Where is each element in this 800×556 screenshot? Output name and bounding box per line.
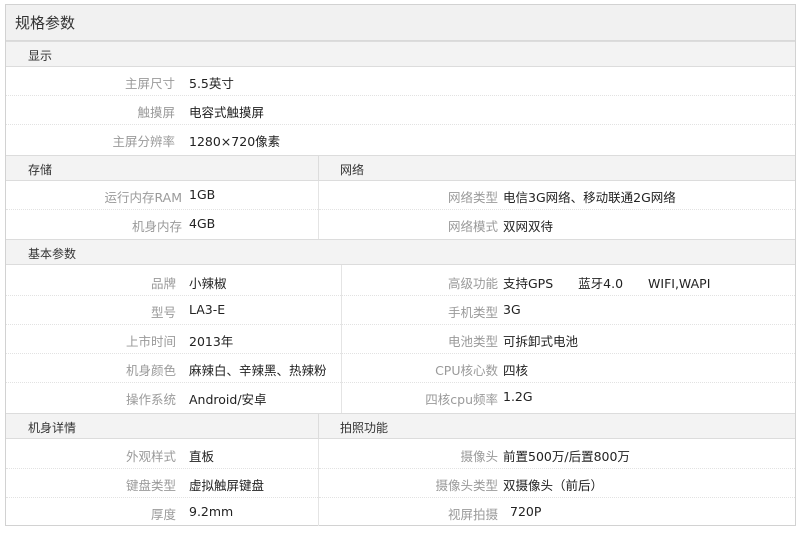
spec-row: 键盘类型 虚拟触屏键盘: [6, 469, 318, 498]
spec-row: 机身内存 4GB: [6, 210, 318, 239]
spec-value: Android/安卓: [189, 392, 267, 407]
spec-value: 麻辣白、辛辣黑、热辣粉: [189, 363, 327, 378]
spec-label: 上市时间: [125, 334, 176, 349]
page-title: 规格参数: [15, 14, 76, 32]
section-title: 机身详情: [28, 421, 77, 435]
spec-label: 手机类型: [447, 305, 498, 320]
spec-row: 厚度 9.2mm: [6, 498, 318, 527]
spec-row: 摄像头类型 双摄像头（前后）: [319, 469, 795, 498]
spec-value: 1GB: [189, 187, 216, 202]
spec-label: 机身内存: [131, 219, 182, 234]
spec-label: 操作系统: [125, 392, 176, 407]
spec-value: 可拆卸式电池: [503, 334, 579, 349]
spec-label: 摄像头: [460, 449, 498, 464]
spec-label: 主屏尺寸: [124, 76, 175, 91]
spec-label: 网络模式: [447, 219, 498, 234]
spec-row: 型号 LA3-E: [6, 296, 341, 325]
section-header-body: 机身详情: [6, 413, 318, 439]
spec-value: 3G: [503, 302, 521, 317]
section-header-basic: 基本参数: [6, 239, 795, 265]
spec-value: 5.5英寸: [189, 76, 234, 91]
section-title: 显示: [28, 49, 53, 63]
spec-row: 上市时间 2013年: [6, 325, 341, 354]
spec-value: 小辣椒: [189, 276, 227, 291]
spec-label: 网络类型: [447, 190, 498, 205]
spec-label: 触摸屏: [137, 105, 175, 120]
spec-label: 外观样式: [125, 449, 176, 464]
spec-value: 双网双待: [503, 219, 554, 234]
section-header-storage: 存储: [6, 155, 318, 181]
spec-row: 主屏尺寸 5.5英寸: [6, 67, 795, 96]
spec-label: 视屏拍摄: [447, 507, 498, 522]
spec-row: 外观样式 直板: [6, 440, 318, 469]
section-header-camera: 拍照功能: [318, 413, 795, 439]
spec-row: CPU核心数 四核: [342, 354, 795, 383]
section-title: 基本参数: [28, 247, 77, 261]
spec-row: 主屏分辨率 1280×720像素: [6, 125, 795, 154]
spec-label: CPU核心数: [435, 363, 498, 378]
spec-label: 主屏分辨率: [112, 134, 175, 149]
spec-row: 手机类型 3G: [342, 296, 795, 325]
spec-label: 厚度: [150, 507, 176, 522]
spec-value: 720P: [510, 504, 542, 519]
spec-panel: 规格参数 显示 主屏尺寸 5.5英寸 触摸屏 电容式触摸屏 主屏分辨率 1280…: [5, 4, 796, 526]
spec-value: 9.2mm: [189, 504, 234, 519]
spec-row: 品牌 小辣椒: [6, 267, 341, 296]
spec-row: 操作系统 Android/安卓: [6, 383, 341, 412]
spec-value: 直板: [189, 449, 215, 464]
spec-value: 电信3G网络、移动联通2G网络: [503, 190, 676, 205]
spec-label: 四核cpu频率: [425, 392, 498, 407]
spec-value: 电容式触摸屏: [189, 105, 265, 120]
spec-label: 摄像头类型: [435, 478, 498, 493]
spec-value: 1280×720像素: [189, 134, 281, 149]
spec-value: 前置500万/后置800万: [503, 449, 630, 464]
section-title: 拍照功能: [340, 421, 389, 435]
spec-row: 摄像头 前置500万/后置800万: [319, 440, 795, 469]
spec-row: 触摸屏 电容式触摸屏: [6, 96, 795, 125]
spec-row: 电池类型 可拆卸式电池: [342, 325, 795, 354]
spec-value: 双摄像头（前后）: [503, 478, 604, 493]
spec-value: 4GB: [189, 216, 216, 231]
spec-row: 网络模式 双网双待: [319, 210, 795, 239]
spec-title-bar: 规格参数: [6, 5, 795, 41]
spec-value: LA3-E: [189, 302, 226, 317]
spec-value: 虚拟触屏键盘: [189, 478, 265, 493]
spec-value: 2013年: [189, 334, 234, 349]
spec-row: 四核cpu频率 1.2G: [342, 383, 795, 412]
spec-value: 四核: [503, 363, 529, 378]
column-divider: [318, 181, 319, 239]
section-title: 网络: [340, 163, 365, 177]
spec-row: 视屏拍摄 720P: [319, 498, 795, 527]
spec-value: 支持GPS 蓝牙4.0 WIFI,WAPI: [503, 276, 711, 291]
spec-label: 电池类型: [447, 334, 498, 349]
spec-label: 高级功能: [447, 276, 498, 291]
spec-label: 型号: [150, 305, 176, 320]
spec-label: 品牌: [150, 276, 176, 291]
section-header-display: 显示: [6, 41, 795, 67]
section-title: 存储: [28, 163, 53, 177]
spec-row: 网络类型 电信3G网络、移动联通2G网络: [319, 181, 795, 210]
section-header-network: 网络: [318, 155, 795, 181]
spec-row: 高级功能 支持GPS 蓝牙4.0 WIFI,WAPI: [342, 267, 795, 296]
spec-label: 机身颜色: [125, 363, 176, 378]
spec-row: 运行内存RAM 1GB: [6, 181, 318, 210]
spec-row: 机身颜色 麻辣白、辛辣黑、热辣粉: [6, 354, 341, 383]
spec-value: 1.2G: [503, 389, 533, 404]
spec-label: 运行内存RAM: [104, 190, 182, 205]
spec-label: 键盘类型: [125, 478, 176, 493]
